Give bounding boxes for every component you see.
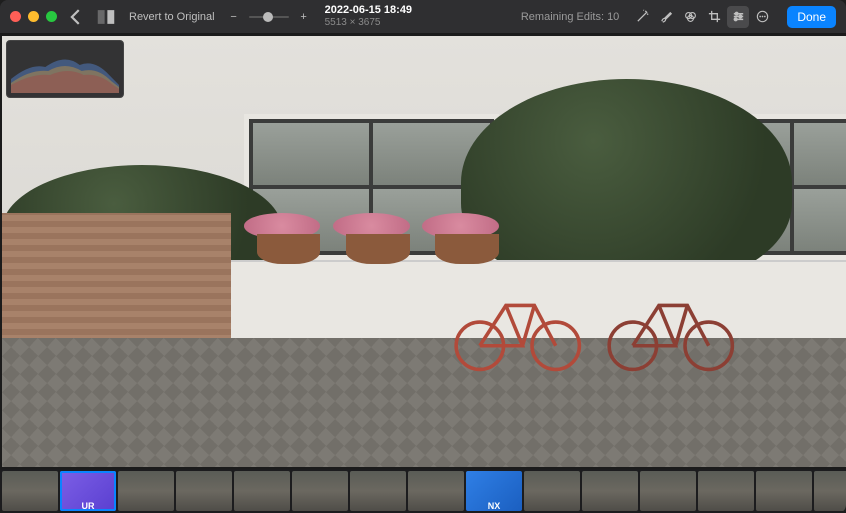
photo-viewport[interactable]: [2, 36, 846, 467]
zoom-in-button[interactable]: +: [297, 6, 311, 28]
brush-icon[interactable]: [655, 6, 677, 28]
window-controls: [10, 11, 57, 22]
zoom-out-button[interactable]: −: [227, 6, 241, 28]
back-button[interactable]: [65, 6, 87, 28]
adjust-icon[interactable]: [727, 6, 749, 28]
filmstrip-thumb[interactable]: [2, 471, 58, 511]
filmstrip-thumb[interactable]: [408, 471, 464, 511]
filmstrip-thumb[interactable]: [640, 471, 696, 511]
filmstrip-thumb[interactable]: [698, 471, 754, 511]
filmstrip-thumb[interactable]: [814, 471, 846, 511]
tool-icons: [631, 6, 773, 28]
crop-icon[interactable]: [703, 6, 725, 28]
filmstrip-thumb[interactable]: [350, 471, 406, 511]
filters-icon[interactable]: [679, 6, 701, 28]
filmstrip-thumb[interactable]: [292, 471, 348, 511]
filmstrip-thumb[interactable]: UR: [60, 471, 116, 511]
filmstrip-thumb[interactable]: [582, 471, 638, 511]
compare-button[interactable]: [95, 6, 117, 28]
canvas-area: URNXPX: [0, 34, 846, 513]
filmstrip-thumb[interactable]: NX: [466, 471, 522, 511]
filmstrip-thumb[interactable]: [234, 471, 290, 511]
minimize-window-button[interactable]: [28, 11, 39, 22]
done-button[interactable]: Done: [787, 6, 836, 28]
histogram-overlay[interactable]: [6, 40, 124, 98]
fullscreen-window-button[interactable]: [46, 11, 57, 22]
zoom-slider[interactable]: [249, 16, 289, 18]
titlebar: Revert to Original − + 2022-06-15 18:49 …: [0, 0, 846, 34]
more-icon[interactable]: [751, 6, 773, 28]
app-window: Revert to Original − + 2022-06-15 18:49 …: [0, 0, 846, 513]
magic-wand-icon[interactable]: [631, 6, 653, 28]
filmstrip: URNXPX: [0, 469, 846, 513]
filmstrip-thumb[interactable]: [524, 471, 580, 511]
filmstrip-thumb[interactable]: [756, 471, 812, 511]
close-window-button[interactable]: [10, 11, 21, 22]
filmstrip-thumb[interactable]: [118, 471, 174, 511]
filmstrip-thumb[interactable]: [176, 471, 232, 511]
document-title: 2022-06-15 18:49 5513 × 3675: [325, 4, 412, 29]
main-body: URNXPX Image Layer ⌄ + Basic ML: [0, 34, 846, 513]
dimensions-label: 5513 × 3675: [325, 17, 412, 29]
revert-button[interactable]: Revert to Original: [125, 11, 219, 23]
remaining-edits-label: Remaining Edits: 10: [521, 11, 619, 23]
timestamp-label: 2022-06-15 18:49: [325, 4, 412, 17]
